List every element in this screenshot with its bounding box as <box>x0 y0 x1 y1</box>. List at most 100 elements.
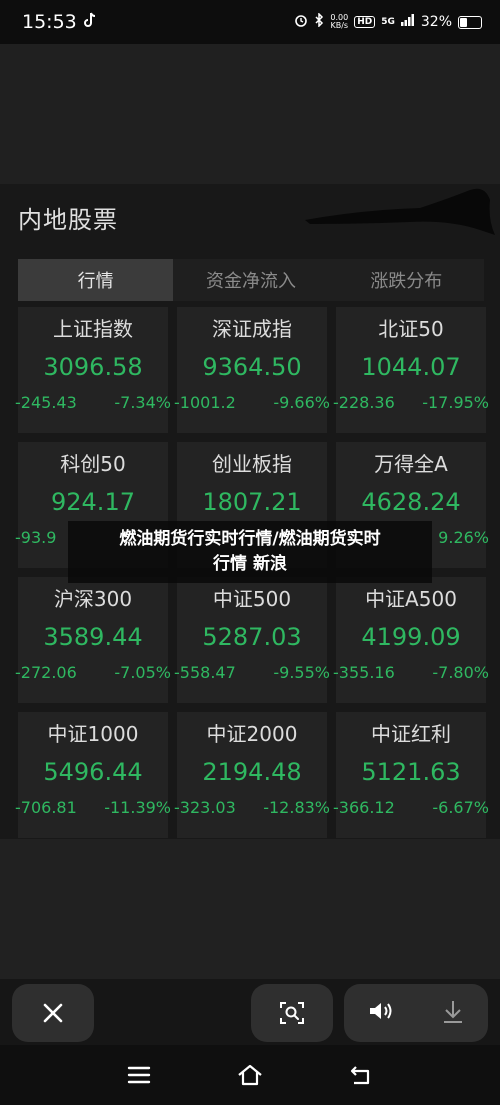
index-value: 2194.48 <box>202 758 302 786</box>
index-card[interactable]: 沪深300 3589.44 -272.06 -7.05% <box>15 577 171 703</box>
index-change: -1001.2 <box>174 393 236 412</box>
index-pct: -7.80% <box>432 663 489 682</box>
index-pct: -7.34% <box>114 393 171 412</box>
index-name: 中证红利 <box>371 722 451 746</box>
index-pct: -12.83% <box>263 798 330 817</box>
index-card[interactable]: 中证A500 4199.09 -355.16 -7.80% <box>333 577 489 703</box>
net-speed-unit: KB/s <box>330 21 349 30</box>
index-change-row: -245.43 -7.34% <box>15 393 171 412</box>
hd-badge: HD <box>354 16 376 28</box>
index-name: 中证1000 <box>47 722 139 746</box>
tab-distribution[interactable]: 涨跌分布 <box>329 259 484 301</box>
index-change: -228.36 <box>333 393 395 412</box>
index-change-row: -558.47 -9.55% <box>174 663 330 682</box>
signal-label: 5G <box>381 17 395 27</box>
index-value: 924.17 <box>51 488 135 516</box>
index-change-row: -366.12 -6.67% <box>333 798 489 817</box>
media-controls <box>344 984 488 1042</box>
alarm-icon <box>294 13 308 31</box>
home-icon[interactable] <box>237 1062 263 1088</box>
index-name: 沪深300 <box>53 587 133 611</box>
index-pct: -9.66% <box>273 393 330 412</box>
index-name: 万得全A <box>374 452 448 476</box>
volume-icon <box>370 1003 392 1019</box>
index-change: -366.12 <box>333 798 395 817</box>
index-card[interactable]: 深证成指 9364.50 -1001.2 -9.66% <box>174 307 330 433</box>
tab-bar: 行情 资金净流入 涨跌分布 <box>18 259 484 301</box>
index-change: -558.47 <box>174 663 236 682</box>
index-value: 1044.07 <box>361 353 461 381</box>
index-change: -245.43 <box>15 393 77 412</box>
index-change: -272.06 <box>15 663 77 682</box>
index-value: 5121.63 <box>361 758 461 786</box>
index-value: 4199.09 <box>361 623 461 651</box>
index-change: -323.03 <box>174 798 236 817</box>
close-icon <box>43 1003 63 1023</box>
back-icon[interactable] <box>348 1062 374 1088</box>
index-pct: -7.05% <box>114 663 171 682</box>
index-card[interactable]: 中证2000 2194.48 -323.03 -12.83% <box>174 712 330 838</box>
index-name: 中证500 <box>212 587 292 611</box>
index-change: -93.9 <box>15 528 57 547</box>
menu-icon[interactable] <box>126 1062 152 1088</box>
index-card[interactable]: 中证红利 5121.63 -366.12 -6.67% <box>333 712 489 838</box>
index-change: -355.16 <box>333 663 395 682</box>
index-card[interactable]: 上证指数 3096.58 -245.43 -7.34% <box>15 307 171 433</box>
caption-overlay: 燃油期货行实时行情/燃油期货实时 行情 新浪 <box>68 521 432 583</box>
tab-net-inflow[interactable]: 资金净流入 <box>173 259 328 301</box>
index-name: 北证50 <box>378 317 444 341</box>
caption-text: 燃油期货行实时行情/燃油期货实时 行情 新浪 <box>85 527 415 577</box>
scribble-mark <box>305 188 495 235</box>
top-dark-area <box>0 44 500 184</box>
index-change-row: -1001.2 -9.66% <box>174 393 330 412</box>
status-right: 0.00 KB/s HD 5G 32% <box>294 12 482 31</box>
volume-button[interactable] <box>367 999 395 1027</box>
index-value: 3589.44 <box>43 623 143 651</box>
tab-market[interactable]: 行情 <box>18 259 174 301</box>
download-icon <box>444 1001 462 1023</box>
index-pct: -11.39% <box>104 798 171 817</box>
index-name: 中证2000 <box>206 722 298 746</box>
index-change-row: -355.16 -7.80% <box>333 663 489 682</box>
index-value: 3096.58 <box>43 353 143 381</box>
download-button[interactable] <box>441 998 465 1028</box>
index-value: 5496.44 <box>43 758 143 786</box>
battery-fill <box>460 17 468 27</box>
below-panel-area <box>0 839 500 979</box>
index-name: 创业板指 <box>212 452 292 476</box>
scan-button[interactable] <box>251 984 333 1042</box>
status-left: 15:53 <box>22 11 97 33</box>
index-name: 上证指数 <box>53 317 133 341</box>
index-change-row: -323.03 -12.83% <box>174 798 330 817</box>
index-pct: 9.26% <box>438 528 489 547</box>
tiktok-icon <box>83 11 97 33</box>
index-name: 深证成指 <box>212 317 292 341</box>
signal-icon <box>400 14 415 30</box>
index-change-row: -228.36 -17.95% <box>333 393 489 412</box>
index-change: -706.81 <box>15 798 77 817</box>
index-value: 9364.50 <box>202 353 302 381</box>
index-pct: -9.55% <box>273 663 330 682</box>
index-value: 1807.21 <box>202 488 302 516</box>
status-time: 15:53 <box>22 11 77 33</box>
battery-icon <box>458 15 482 29</box>
index-pct: -6.67% <box>432 798 489 817</box>
panel-title: 内地股票 <box>18 206 118 234</box>
close-button[interactable] <box>12 984 94 1042</box>
index-value: 4628.24 <box>361 488 461 516</box>
bluetooth-icon <box>314 12 324 31</box>
index-change-row: -706.81 -11.39% <box>15 798 171 817</box>
index-pct: -17.95% <box>422 393 489 412</box>
index-card[interactable]: 中证1000 5496.44 -706.81 -11.39% <box>15 712 171 838</box>
index-name: 中证A500 <box>365 587 457 611</box>
caption-line-2: 行情 新浪 <box>213 554 287 574</box>
status-bar: 15:53 0.00 KB/s HD 5G 32% <box>0 0 500 44</box>
index-card[interactable]: 中证500 5287.03 -558.47 -9.55% <box>174 577 330 703</box>
index-name: 科创50 <box>60 452 126 476</box>
index-card[interactable]: 北证50 1044.07 -228.36 -17.95% <box>333 307 489 433</box>
scan-icon <box>280 1002 304 1024</box>
caption-line-1: 燃油期货行实时行情/燃油期货实时 <box>119 529 381 549</box>
battery-text: 32% <box>420 14 452 30</box>
index-change-row: -272.06 -7.05% <box>15 663 171 682</box>
index-value: 5287.03 <box>202 623 302 651</box>
